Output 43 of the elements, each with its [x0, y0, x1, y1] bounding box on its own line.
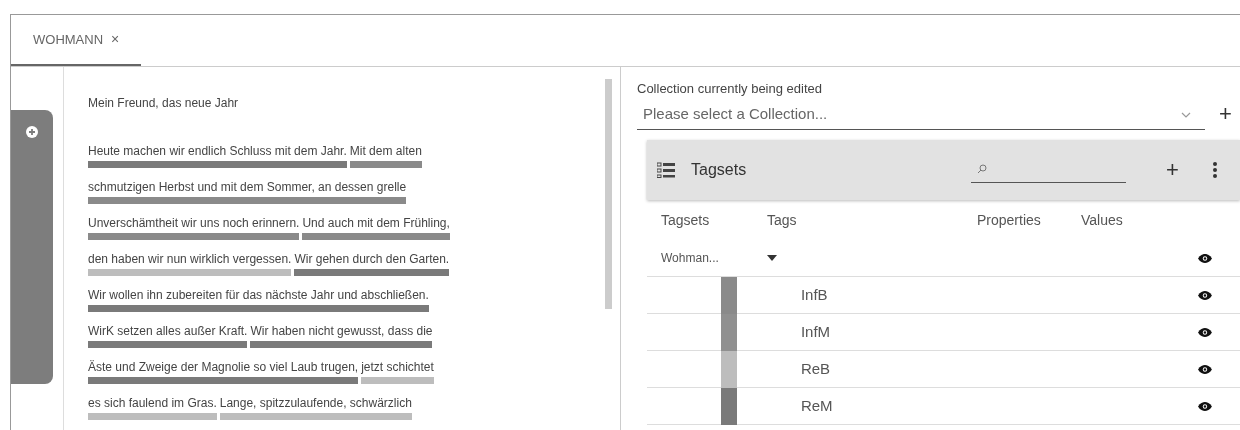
tag-name: ReB	[800, 358, 832, 379]
annotated-text[interactable]: Wir haben nicht gewusst, dass die	[250, 323, 433, 348]
tag-name: InfM	[800, 321, 832, 342]
tag-name: InfB	[800, 284, 829, 305]
scrollbar[interactable]	[605, 79, 612, 309]
column-header: Tags	[767, 210, 798, 230]
add-tagset-button[interactable]: +	[1152, 159, 1179, 181]
field-label: Collection currently being edited	[637, 80, 823, 98]
eye-icon[interactable]	[1198, 327, 1212, 337]
tag-name: ReM	[800, 395, 834, 416]
annotated-text[interactable]: es sich faulend im Gras.	[88, 395, 217, 420]
document-tab[interactable]: WOHMANN ×	[11, 15, 142, 66]
annotated-text[interactable]: Heute machen wir endlich Schluss mit dem Jahr.	[88, 143, 347, 168]
eye-icon[interactable]	[1198, 290, 1212, 300]
eye-icon[interactable]	[1198, 253, 1212, 263]
chevron-down-icon	[1181, 111, 1191, 118]
more-icon[interactable]	[1212, 162, 1217, 178]
collection-select[interactable]: Please select a Collection...	[637, 98, 1205, 130]
panel-title: Tagsets	[691, 160, 748, 180]
column-header: Properties	[977, 210, 1042, 230]
annotated-text[interactable]: Äste und Zweige der Magnolie so viel Laub trugen,	[88, 359, 359, 384]
close-icon[interactable]: ×	[111, 29, 120, 50]
eye-icon[interactable]	[1198, 401, 1212, 411]
annotated-text[interactable]: jetzt schichtet	[361, 359, 434, 384]
annotated-text[interactable]: WirK setzen alles außer Kraft.	[88, 323, 248, 348]
annotated-text[interactable]: Wir gehen durch den Garten.	[294, 251, 450, 276]
caret-down-icon[interactable]	[767, 255, 777, 261]
eye-icon[interactable]	[1198, 364, 1212, 374]
add-button[interactable]: +	[1205, 103, 1232, 126]
tagset-name: Wohman...	[661, 250, 720, 267]
column-header: Values	[1081, 210, 1124, 230]
annotated-text[interactable]: Mit dem alten	[349, 143, 422, 168]
annotated-text[interactable]: Und auch mit dem Frühling,	[302, 215, 450, 240]
annotated-text[interactable]: Unverschämtheit wir uns noch erinnern.	[88, 215, 300, 240]
column-header: Tagsets	[661, 210, 711, 230]
annotated-text[interactable]: Lange, spitzzulaufende, schwärzlich	[219, 395, 412, 420]
annotated-text[interactable]: schmutzigen Herbst und mit dem Sommer, an dessen grelle	[88, 179, 407, 204]
search-icon	[977, 163, 987, 174]
annotated-text[interactable]: Wir wollen ihn zubereiten für das nächste Jahr und abschließen.	[88, 287, 429, 312]
annotated-text[interactable]: den haben wir nun wirklich vergessen.	[88, 251, 292, 276]
list-icon	[657, 162, 675, 178]
add-circle-icon[interactable]	[26, 126, 38, 138]
document-title: Mein Freund, das neue Jahr	[88, 95, 240, 111]
